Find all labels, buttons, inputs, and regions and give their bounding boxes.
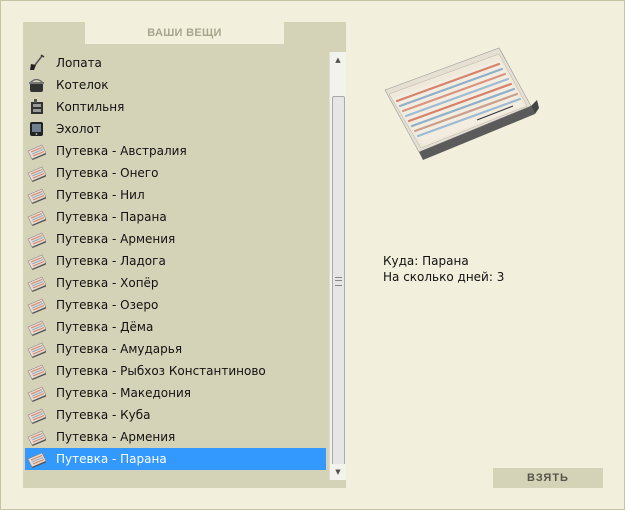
scroll-up-arrow-icon[interactable]: ▲	[330, 52, 346, 68]
voucher-icon	[27, 406, 47, 424]
list-item[interactable]: Путевка - Рыбхоз Константиново	[25, 360, 326, 382]
list-item[interactable]: Путевка - Озеро	[25, 294, 326, 316]
list-item-label: Путевка - Куба	[56, 408, 151, 422]
scroll-down-arrow-icon[interactable]: ▼	[330, 464, 346, 480]
list-item-label: Путевка - Австралия	[56, 144, 187, 158]
list-item[interactable]: Путевка - Амударья	[25, 338, 326, 360]
list-item-label: Путевка - Армения	[56, 430, 176, 444]
list-item[interactable]: Путевка - Куба	[25, 404, 326, 426]
duration-text: На сколько дней: 3	[383, 270, 505, 284]
voucher-icon	[27, 362, 47, 380]
list-item-label: Котелок	[56, 78, 109, 92]
list-item[interactable]: Коптильня	[25, 96, 326, 118]
list-item-label: Путевка - Хопёр	[56, 276, 159, 290]
voucher-icon	[27, 164, 47, 182]
list-item[interactable]: Путевка - Онего	[25, 162, 326, 184]
inventory-header: ВАШИ ВЕЩИ	[85, 22, 284, 44]
voucher-icon	[27, 208, 47, 226]
voucher-icon	[27, 142, 47, 160]
list-item[interactable]: Путевка - Парана	[25, 448, 326, 470]
voucher-icon	[27, 186, 47, 204]
list-item[interactable]: Эхолот	[25, 118, 326, 140]
item-details: Куда: Парана На сколько дней: 3	[383, 253, 504, 285]
list-item-label: Путевка - Рыбхоз Константиново	[56, 364, 266, 378]
list-item-label: Путевка - Парана	[56, 210, 167, 224]
list-item[interactable]: Путевка - Дёма	[25, 316, 326, 338]
list-item-label: Коптильня	[56, 100, 125, 114]
list-scrollbar[interactable]: ▲ ▼	[329, 52, 346, 480]
list-item-label: Эхолот	[56, 122, 101, 136]
list-item[interactable]: Лопата	[25, 52, 326, 74]
list-item[interactable]: Путевка - Парана	[25, 206, 326, 228]
voucher-icon	[27, 384, 47, 402]
destination-text: Куда: Парана	[383, 254, 469, 268]
voucher-icon	[27, 340, 47, 358]
shovel-icon	[27, 54, 47, 72]
voucher-icon	[27, 428, 47, 446]
voucher-icon	[27, 274, 47, 292]
list-item-label: Путевка - Ладога	[56, 254, 166, 268]
voucher-icon	[27, 230, 47, 248]
list-item-label: Путевка - Онего	[56, 166, 159, 180]
list-item-label: Путевка - Дёма	[56, 320, 154, 334]
list-item-label: Путевка - Амударья	[56, 342, 183, 356]
list-item[interactable]: Путевка - Македония	[25, 382, 326, 404]
list-item[interactable]: Путевка - Ладога	[25, 250, 326, 272]
pot-icon	[27, 76, 47, 94]
list-item-label: Путевка - Армения	[56, 232, 176, 246]
list-item[interactable]: Путевка - Австралия	[25, 140, 326, 162]
list-item[interactable]: Котелок	[25, 74, 326, 96]
list-item[interactable]: Путевка - Нил	[25, 184, 326, 206]
take-button[interactable]: ВЗЯТЬ	[493, 468, 603, 488]
list-item-label: Путевка - Македония	[56, 386, 191, 400]
list-item-label: Путевка - Озеро	[56, 298, 159, 312]
voucher-icon	[27, 318, 47, 336]
voucher-preview-image	[384, 47, 539, 160]
list-item-label: Путевка - Парана	[56, 452, 167, 466]
list-item[interactable]: Путевка - Армения	[25, 426, 326, 448]
list-item[interactable]: Путевка - Хопёр	[25, 272, 326, 294]
list-item-label: Путевка - Нил	[56, 188, 145, 202]
voucher-icon	[27, 252, 47, 270]
smokehouse-icon	[27, 98, 47, 116]
list-item[interactable]: Путевка - Армения	[25, 228, 326, 250]
inventory-list: Лопата Котелок Коптильня Эхолот Путевка - Ав…	[25, 52, 326, 470]
voucher-icon	[27, 296, 47, 314]
echo-sounder-icon	[27, 120, 47, 138]
scroll-thumb[interactable]	[332, 96, 345, 470]
inventory-title: ВАШИ ВЕЩИ	[147, 27, 222, 39]
voucher-icon	[27, 450, 47, 468]
list-item-label: Лопата	[56, 56, 102, 70]
